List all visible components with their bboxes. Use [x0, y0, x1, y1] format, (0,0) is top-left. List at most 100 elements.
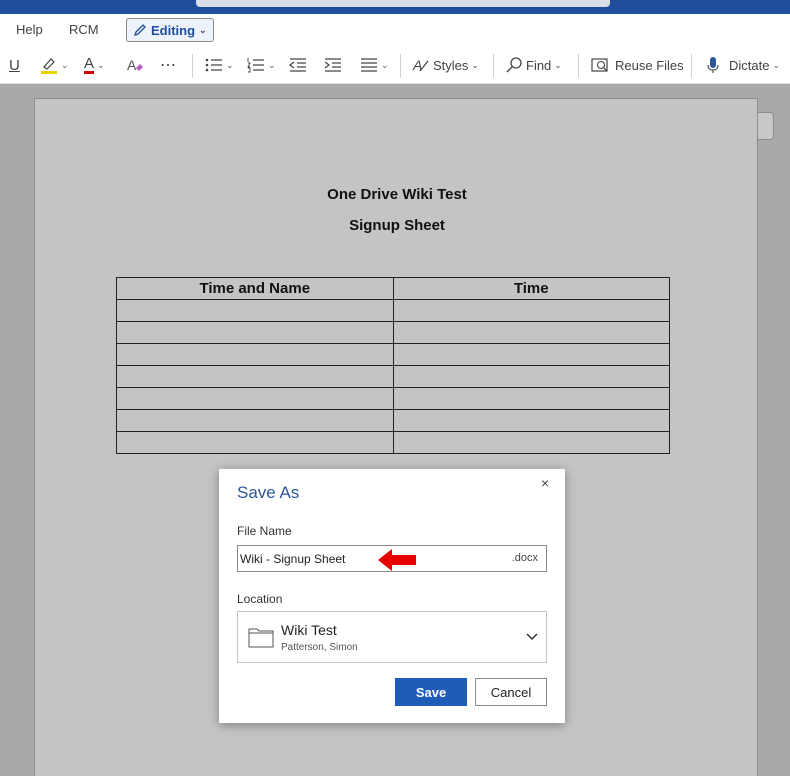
- chevron-down-icon: ⌄: [61, 59, 69, 70]
- table-cell[interactable]: [392, 299, 670, 322]
- save-button[interactable]: Save: [395, 678, 467, 706]
- numbering-button[interactable]: ⌄: [247, 54, 276, 76]
- underline-icon: U: [9, 56, 20, 74]
- clear-formatting-icon: A: [127, 57, 143, 73]
- underline-button[interactable]: U: [9, 54, 20, 76]
- clear-formatting-button[interactable]: A: [126, 54, 144, 76]
- file-name-label: File Name: [237, 524, 292, 538]
- chevron-down-icon: ⌄: [226, 59, 234, 70]
- align-button[interactable]: ⌄: [360, 54, 389, 76]
- document-subtitle: Signup Sheet: [349, 217, 445, 234]
- svg-text:A: A: [127, 57, 137, 73]
- table-cell[interactable]: [116, 365, 394, 388]
- chevron-down-icon: ⌄: [381, 59, 389, 70]
- table-row: [116, 321, 670, 344]
- location-picker[interactable]: Wiki Test Patterson, Simon: [237, 611, 547, 663]
- search-icon: [506, 57, 522, 73]
- editing-label: Editing: [151, 22, 196, 38]
- reuse-files-button[interactable]: Reuse Files: [591, 54, 684, 76]
- chevron-down-icon: ⌄: [199, 24, 207, 35]
- tab-rcm[interactable]: RCM: [69, 22, 99, 37]
- ribbon-tabs: Help RCM: [0, 14, 790, 46]
- table-cell[interactable]: [392, 387, 670, 410]
- more-icon: ⋯: [160, 57, 177, 74]
- table-row: [116, 365, 670, 388]
- decrease-indent-icon: [289, 58, 306, 72]
- chevron-down-icon: ⌄: [554, 59, 562, 70]
- toolbar-divider: [192, 54, 193, 78]
- highlight-button[interactable]: ⌄: [40, 54, 69, 76]
- table-cell[interactable]: [392, 409, 670, 432]
- highlighter-icon: [41, 58, 57, 74]
- table-cell[interactable]: [116, 343, 394, 366]
- table-row: [116, 409, 670, 432]
- dictate-label: Dictate: [729, 57, 770, 73]
- toolbar-divider: [691, 54, 692, 78]
- numbered-list-icon: [247, 58, 264, 73]
- table-cell[interactable]: [392, 343, 670, 366]
- chevron-down-icon: [526, 633, 538, 641]
- location-owner: Patterson, Simon: [281, 642, 358, 653]
- save-as-dialog: Save As × File Name .docx Location Wiki …: [219, 469, 565, 723]
- table-row: [116, 387, 670, 410]
- find-label: Find: [526, 57, 552, 73]
- table-cell[interactable]: [116, 387, 394, 410]
- increase-indent-icon: [324, 58, 341, 72]
- folder-icon: [248, 628, 274, 648]
- more-options-button[interactable]: ⋯: [160, 54, 177, 76]
- toolbar-divider: [493, 54, 494, 78]
- file-name-field-wrapper: .docx: [237, 545, 547, 572]
- bullets-button[interactable]: ⌄: [205, 54, 234, 76]
- table-cell[interactable]: [116, 299, 394, 322]
- styles-button[interactable]: A Styles ⌄: [412, 54, 479, 76]
- chevron-down-icon: ⌄: [268, 59, 276, 70]
- table-header-cell[interactable]: Time and Name: [116, 277, 394, 300]
- table-header-cell[interactable]: Time: [392, 277, 670, 300]
- location-label: Location: [237, 592, 283, 606]
- table-row: [116, 343, 670, 366]
- toolbar-divider: [578, 54, 579, 78]
- table-cell[interactable]: [392, 321, 670, 344]
- dialog-title: Save As: [237, 483, 300, 502]
- table-body: [116, 299, 670, 454]
- font-color-icon: A: [84, 55, 95, 74]
- file-name-input[interactable]: [240, 546, 510, 571]
- styles-icon: A: [412, 57, 429, 73]
- reuse-files-icon: [591, 58, 608, 72]
- pencil-icon: [133, 24, 146, 37]
- table-cell[interactable]: [116, 409, 394, 432]
- increase-indent-button[interactable]: [324, 54, 342, 76]
- comments-pane-tab[interactable]: [758, 112, 774, 140]
- table-row: [116, 299, 670, 322]
- search-box[interactable]: [196, 0, 610, 7]
- chevron-down-icon: ⌄: [471, 59, 479, 70]
- annotation-arrow-icon: [378, 549, 416, 571]
- cancel-button[interactable]: Cancel: [475, 678, 547, 706]
- bullet-list-icon: [205, 58, 222, 72]
- dictate-button[interactable]: Dictate ⌄: [706, 54, 780, 76]
- styles-label: Styles: [433, 57, 469, 73]
- align-icon: [361, 58, 377, 72]
- close-icon[interactable]: ×: [541, 475, 549, 491]
- table-cell[interactable]: [392, 431, 670, 454]
- decrease-indent-button[interactable]: [289, 54, 307, 76]
- tab-help[interactable]: Help: [16, 22, 43, 37]
- title-bar: [0, 0, 790, 14]
- table-header-row: Time and Name Time: [116, 277, 670, 300]
- document-title: One Drive Wiki Test: [327, 186, 467, 203]
- location-name: Wiki Test: [281, 622, 337, 638]
- chevron-down-icon: ⌄: [97, 59, 105, 70]
- signup-table: Time and Name Time: [116, 277, 670, 454]
- ribbon-toolbar: U ⌄ A ⌄ A ⋯ ⌄ ⌄ ⌄ A Styles ⌄ Find ⌄ Reus…: [0, 46, 790, 84]
- table-cell[interactable]: [116, 321, 394, 344]
- table-cell[interactable]: [116, 431, 394, 454]
- table-cell[interactable]: [392, 365, 670, 388]
- toolbar-divider: [400, 54, 401, 78]
- editing-mode-button[interactable]: Editing ⌄: [126, 18, 214, 42]
- find-button[interactable]: Find ⌄: [505, 54, 562, 76]
- chevron-down-icon: ⌄: [772, 59, 781, 70]
- file-extension: .docx: [511, 552, 538, 564]
- microphone-icon: [707, 57, 719, 73]
- font-color-button[interactable]: A ⌄: [84, 54, 105, 76]
- reuse-files-label: Reuse Files: [615, 57, 684, 73]
